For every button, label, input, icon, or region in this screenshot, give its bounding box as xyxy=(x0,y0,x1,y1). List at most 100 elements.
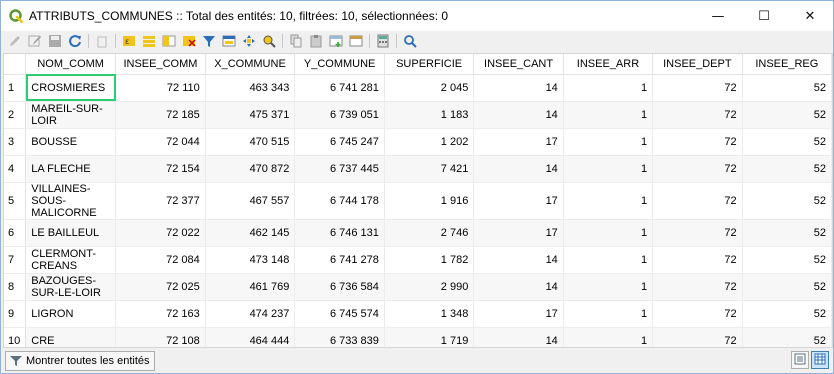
table-cell[interactable]: 6 745 247 xyxy=(294,128,385,156)
table-cell[interactable]: MAREIL-SUR-LOIR xyxy=(25,101,117,129)
table-cell[interactable]: 1 xyxy=(563,327,654,347)
table-cell[interactable]: 17 xyxy=(473,219,564,247)
table-cell[interactable]: 17 xyxy=(473,300,564,328)
table-cell[interactable]: BAZOUGES-SUR-LE-LOIR xyxy=(25,273,117,301)
table-cell[interactable]: 72 xyxy=(652,128,743,156)
table-cell[interactable]: 463 343 xyxy=(205,74,296,102)
pan-to-selection-icon[interactable] xyxy=(241,33,257,49)
table-row[interactable]: 10 CRE 72 108 464 444 6 733 839 1 719 14 1 72 52 xyxy=(4,327,832,347)
close-button[interactable]: ✕ xyxy=(787,1,833,31)
table-cell[interactable]: 17 xyxy=(473,128,564,156)
row-number[interactable]: 5 xyxy=(4,182,27,220)
table-cell[interactable]: 72 163 xyxy=(115,300,206,328)
select-all-icon[interactable] xyxy=(141,33,157,49)
reload-icon[interactable] xyxy=(67,33,83,49)
delete-field-icon[interactable] xyxy=(348,33,364,49)
table-cell[interactable]: 1 xyxy=(563,182,654,220)
table-cell[interactable]: 52 xyxy=(742,246,832,274)
table-cell[interactable]: 72 044 xyxy=(115,128,206,156)
table-cell[interactable]: 17 xyxy=(473,182,564,220)
filter-select-icon[interactable] xyxy=(201,33,217,49)
table-cell[interactable]: 6 741 278 xyxy=(294,246,385,274)
table-cell[interactable]: 6 741 281 xyxy=(294,74,385,102)
table-cell[interactable]: 1 xyxy=(563,155,654,183)
table-cell[interactable]: 1 xyxy=(563,219,654,247)
table-view-button[interactable] xyxy=(811,351,829,369)
row-number[interactable]: 7 xyxy=(4,246,27,274)
table-cell[interactable]: 72 xyxy=(652,246,743,274)
column-header[interactable]: NOM_COMM xyxy=(25,54,117,75)
table-row[interactable]: 5 VILLAINES-SOUS-MALICORNE 72 377 467 557 6 … xyxy=(4,182,832,220)
table-cell[interactable]: 1 xyxy=(563,128,654,156)
column-header[interactable]: INSEE_ARR xyxy=(563,54,654,75)
column-header[interactable]: INSEE_CANT xyxy=(473,54,564,75)
table-cell[interactable]: 470 872 xyxy=(205,155,296,183)
edit-pencil-icon[interactable] xyxy=(7,33,23,49)
table-cell[interactable]: 7 421 xyxy=(384,155,475,183)
conditional-formatting-icon[interactable] xyxy=(402,33,418,49)
table-cell[interactable]: 72 xyxy=(652,219,743,247)
table-cell[interactable]: 52 xyxy=(742,273,832,301)
row-number[interactable]: 3 xyxy=(4,128,27,156)
minimize-button[interactable]: — xyxy=(695,1,741,31)
table-cell[interactable]: 52 xyxy=(742,155,832,183)
table-cell[interactable]: 470 515 xyxy=(205,128,296,156)
table-cell[interactable]: 72 xyxy=(652,182,743,220)
table-cell[interactable]: LE BAILLEUL xyxy=(25,219,117,247)
table-row[interactable]: 9 LIGRON 72 163 474 237 6 745 574 1 348 17 1 72 5… xyxy=(4,300,832,328)
table-cell[interactable]: 52 xyxy=(742,327,832,347)
table-cell[interactable]: 14 xyxy=(473,246,564,274)
row-number[interactable]: 8 xyxy=(4,273,27,301)
table-cell[interactable]: BOUSSE xyxy=(25,128,117,156)
table-cell[interactable]: 52 xyxy=(742,300,832,328)
table-cell[interactable]: 467 557 xyxy=(205,182,296,220)
column-header[interactable]: INSEE_DEPT xyxy=(652,54,743,75)
copy-icon[interactable] xyxy=(288,33,304,49)
form-view-button[interactable] xyxy=(791,351,809,369)
table-row[interactable]: 2 MAREIL-SUR-LOIR 72 185 475 371 6 739 051 1 … xyxy=(4,101,832,129)
table-cell[interactable]: 52 xyxy=(742,182,832,220)
row-number[interactable]: 2 xyxy=(4,101,27,129)
table-cell[interactable]: 14 xyxy=(473,327,564,347)
row-number[interactable]: 9 xyxy=(4,300,27,328)
table-cell[interactable]: CLERMONT-CREANS xyxy=(25,246,117,274)
multi-edit-icon[interactable] xyxy=(27,33,43,49)
table-cell[interactable]: 1 xyxy=(563,300,654,328)
table-cell[interactable]: 474 237 xyxy=(205,300,296,328)
table-cell[interactable]: 464 444 xyxy=(205,327,296,347)
table-cell[interactable]: 1 202 xyxy=(384,128,475,156)
table-cell[interactable]: 72 xyxy=(652,273,743,301)
column-header[interactable]: X_COMMUNE xyxy=(205,54,296,75)
show-all-features-button[interactable]: Montrer toutes les entités xyxy=(5,351,155,371)
table-cell[interactable]: 475 371 xyxy=(205,101,296,129)
table-cell[interactable]: 72 xyxy=(652,155,743,183)
table-row[interactable]: 8 BAZOUGES-SUR-LE-LOIR 72 025 461 769 6 736 … xyxy=(4,273,832,301)
corner-header[interactable] xyxy=(4,54,27,75)
table-cell[interactable]: LA FLECHE xyxy=(25,155,117,183)
table-row[interactable]: 1 CROSMIERES 72 110 463 343 6 741 281 2 045 14… xyxy=(4,74,832,102)
table-cell[interactable]: 72 022 xyxy=(115,219,206,247)
table-cell[interactable]: 462 145 xyxy=(205,219,296,247)
table-row[interactable]: 6 LE BAILLEUL 72 022 462 145 6 746 131 2 746 1… xyxy=(4,219,832,247)
table-cell[interactable]: 1 xyxy=(563,101,654,129)
table-row[interactable]: 7 CLERMONT-CREANS 72 084 473 148 6 741 278 1 … xyxy=(4,246,832,274)
column-header[interactable]: INSEE_COMM xyxy=(115,54,206,75)
table-cell[interactable]: 1 xyxy=(563,74,654,102)
row-number[interactable]: 10 xyxy=(4,327,27,347)
table-cell[interactable]: 2 990 xyxy=(384,273,475,301)
table-cell[interactable]: 6 744 178 xyxy=(294,182,385,220)
table-cell[interactable]: 1 916 xyxy=(384,182,475,220)
table-cell[interactable]: 1 183 xyxy=(384,101,475,129)
invert-selection-icon[interactable] xyxy=(161,33,177,49)
save-edits-icon[interactable] xyxy=(47,33,63,49)
row-number[interactable]: 1 xyxy=(4,74,27,102)
table-cell[interactable]: 72 xyxy=(652,101,743,129)
move-selection-to-top-icon[interactable] xyxy=(221,33,237,49)
table-cell[interactable]: 14 xyxy=(473,74,564,102)
table-row[interactable]: 4 LA FLECHE 72 154 470 872 6 737 445 7 421 14 1… xyxy=(4,155,832,183)
table-cell[interactable]: 72 xyxy=(652,327,743,347)
table-cell[interactable]: 72 377 xyxy=(115,182,206,220)
table-cell[interactable]: 72 185 xyxy=(115,101,206,129)
table-cell[interactable]: 6 733 839 xyxy=(294,327,385,347)
table-cell[interactable]: CRE xyxy=(25,327,117,347)
